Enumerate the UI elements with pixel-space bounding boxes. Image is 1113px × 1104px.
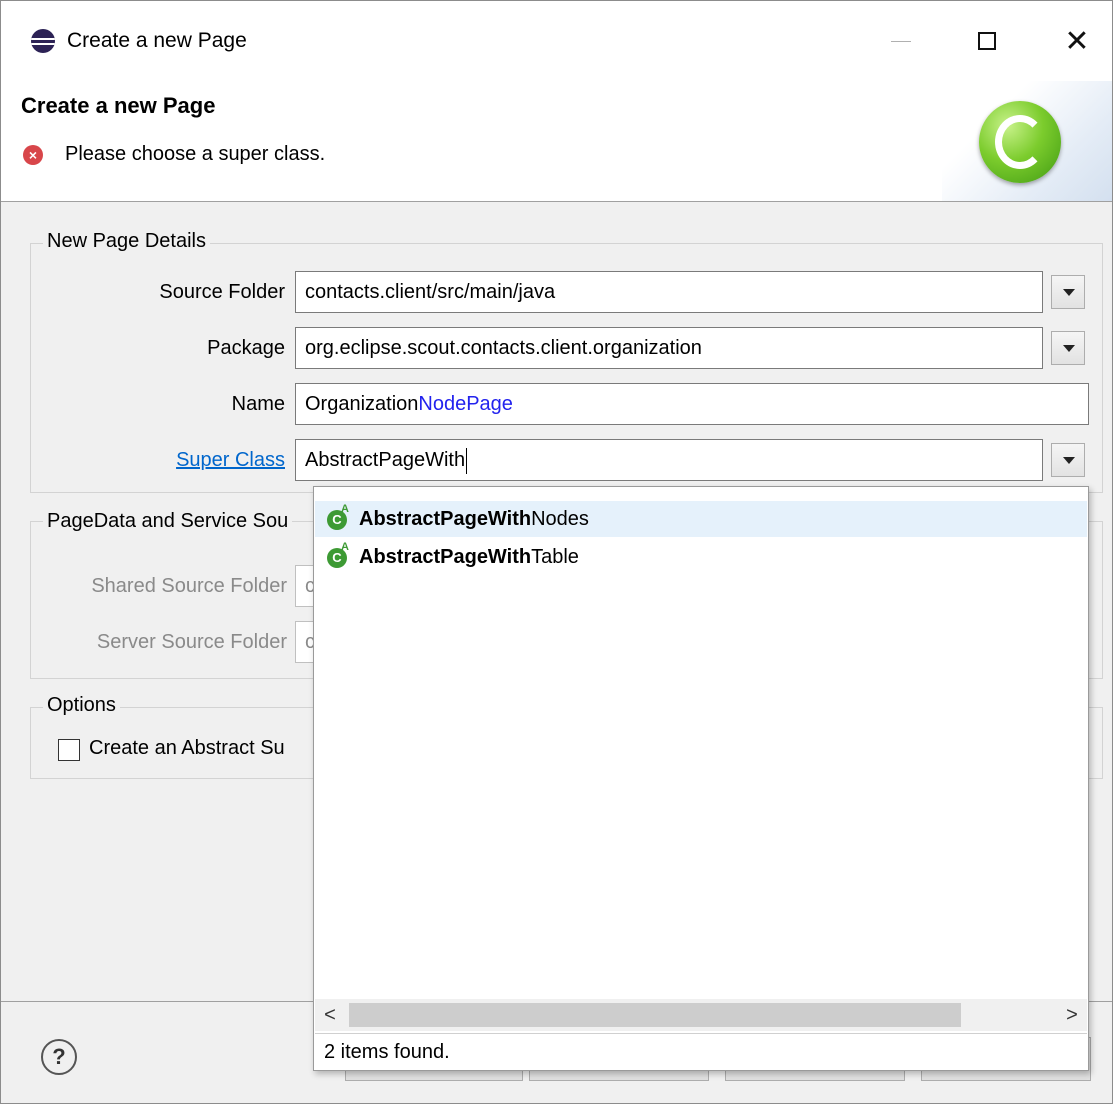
source-folder-field[interactable]: contacts.client/src/main/java <box>295 271 1043 313</box>
maximize-icon <box>978 32 996 50</box>
error-icon: × <box>23 145 43 165</box>
title-bar: Create a new Page ✕ <box>1 1 1112 81</box>
dialog-window: Create a new Page ✕ Create a new Page × … <box>0 0 1113 1104</box>
package-field[interactable]: org.eclipse.scout.contacts.client.organi… <box>295 327 1043 369</box>
source-folder-dropdown-button[interactable] <box>1051 275 1085 309</box>
abstract-super-checkbox-label[interactable]: Create an Abstract Su <box>89 737 285 760</box>
logo-letter-c <box>995 115 1045 169</box>
close-icon: ✕ <box>1064 24 1090 58</box>
minimize-icon <box>891 40 911 42</box>
super-class-value: AbstractPageWith <box>305 449 466 471</box>
package-label: Package <box>207 337 285 359</box>
new-page-details-label: New Page Details <box>43 230 210 253</box>
banner-title: Create a new Page <box>21 93 216 118</box>
scout-logo-icon <box>979 101 1061 183</box>
source-folder-label: Source Folder <box>159 281 285 303</box>
abstract-super-checkbox[interactable] <box>58 739 80 761</box>
text-caret <box>466 447 468 474</box>
scrollbar-thumb[interactable] <box>349 1003 961 1027</box>
proposal-status: 2 items found. <box>315 1033 1087 1069</box>
horizontal-scrollbar[interactable]: < > <box>315 999 1087 1031</box>
minimize-button[interactable] <box>873 19 929 63</box>
options-group-label: Options <box>43 694 120 717</box>
scroll-right-arrow-icon[interactable]: > <box>1057 999 1087 1031</box>
name-value-prefix: Organization <box>305 393 419 415</box>
name-label: Name <box>231 393 285 415</box>
proposal-abstract-page-with-nodes[interactable]: CA AbstractPageWithNodes <box>315 501 1087 537</box>
proposal-abstract-page-with-table[interactable]: CA AbstractPageWithTable <box>315 539 1087 575</box>
abstract-class-icon: CA <box>327 503 349 530</box>
super-class-dropdown-button[interactable] <box>1051 443 1085 477</box>
content-assist-popup: CA AbstractPageWithNodes CA AbstractPage… <box>313 486 1089 1071</box>
banner-message: Please choose a super class. <box>65 143 326 165</box>
name-value-highlight: NodePage <box>418 393 513 415</box>
help-icon[interactable]: ? <box>41 1039 77 1075</box>
scroll-left-arrow-icon[interactable]: < <box>315 999 345 1031</box>
name-field[interactable]: OrganizationNodePage <box>295 383 1089 425</box>
package-dropdown-button[interactable] <box>1051 331 1085 365</box>
shared-source-folder-label: Shared Source Folder <box>91 575 287 597</box>
maximize-button[interactable] <box>959 19 1015 63</box>
server-source-folder-label: Server Source Folder <box>96 631 287 653</box>
proposal-text: AbstractPageWithTable <box>359 546 579 568</box>
proposal-text: AbstractPageWithNodes <box>359 508 589 530</box>
window-title: Create a new Page <box>67 29 247 52</box>
wizard-banner: Create a new Page × Please choose a supe… <box>1 81 1112 202</box>
close-button[interactable]: ✕ <box>1049 19 1105 63</box>
pagedata-group-label: PageData and Service Sou <box>43 510 293 533</box>
super-class-field[interactable]: AbstractPageWith <box>295 439 1043 481</box>
eclipse-icon <box>31 29 55 53</box>
super-class-link[interactable]: Super Class <box>121 449 285 472</box>
abstract-class-icon: CA <box>327 541 349 568</box>
